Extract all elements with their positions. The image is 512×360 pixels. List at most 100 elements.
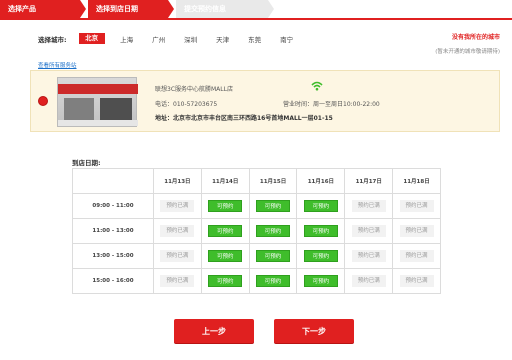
schedule-cell: 预约已满 [344, 193, 394, 219]
schedule-cell: 可预约 [296, 243, 346, 269]
available-slot-button[interactable]: 可预约 [256, 275, 291, 287]
full-slot-label: 预约已满 [399, 200, 434, 212]
step-3: 提交预约信息 [176, 0, 268, 18]
city-selector: 选择城市: 北京 上海 广州 深圳 天津 东莞 南宁 [38, 33, 303, 44]
date-header: 11月13日 [153, 168, 202, 194]
available-slot-button[interactable]: 可预约 [256, 250, 291, 262]
available-slot-button[interactable]: 可预约 [208, 250, 243, 262]
store-card[interactable]: 联想3C服务中心航勝MALL店 电话：010-57203675 营业时间：周一至… [30, 70, 500, 132]
visit-date-label: 到店日期: [72, 159, 101, 167]
city-option-beijing[interactable]: 北京 [78, 33, 105, 44]
available-slot-button[interactable]: 可预约 [208, 225, 243, 237]
schedule-row: 09:00 - 11:00 预约已满 可预约 可预约 可预约 预约已满 预约已满 [72, 193, 441, 219]
view-all-stores-link[interactable]: 查看所有服务站 [38, 61, 77, 69]
full-slot-label: 预约已满 [399, 275, 434, 287]
full-slot-label: 预约已满 [351, 250, 386, 262]
date-header: 11月14日 [200, 168, 250, 194]
schedule-cell: 预约已满 [153, 218, 202, 244]
full-slot-label: 预约已满 [160, 275, 195, 287]
next-step-button[interactable]: 下一步 [274, 319, 354, 343]
available-slot-button[interactable]: 可预约 [256, 225, 291, 237]
available-slot-button[interactable]: 可预约 [303, 200, 338, 212]
step-2: 选择到店日期 [88, 0, 168, 18]
full-slot-label: 预约已满 [351, 225, 386, 237]
date-header: 11月17日 [344, 168, 394, 194]
schedule-cell: 预约已满 [344, 243, 394, 269]
schedule-cell: 可预约 [296, 268, 346, 294]
schedule-row: 15:00 - 16:00 预约已满 可预约 可预约 可预约 预约已满 预约已满 [72, 268, 441, 294]
no-city-link[interactable]: 没有我所在的城市 [435, 32, 500, 41]
schedule-cell: 可预约 [200, 193, 250, 219]
step-progress-bar: 选择产品 选择到店日期 提交预约信息 [0, 0, 512, 20]
full-slot-label: 预约已满 [399, 250, 434, 262]
city-option-nanning[interactable]: 南宁 [271, 34, 303, 44]
schedule-cell: 预约已满 [392, 268, 441, 294]
city-option-tianjin[interactable]: 天津 [207, 34, 239, 44]
schedule-cell: 预约已满 [344, 268, 394, 294]
time-slot-label: 13:00 - 15:00 [72, 243, 154, 269]
date-header: 11月15日 [248, 168, 298, 194]
schedule-cell: 预约已满 [153, 268, 202, 294]
time-slot-label: 15:00 - 16:00 [72, 268, 154, 294]
available-slot-button[interactable]: 可预约 [256, 200, 291, 212]
step-1-label: 选择产品 [8, 5, 36, 13]
available-slot-button[interactable]: 可预约 [303, 275, 338, 287]
no-city-note: (暂未开通的城市敬请期待) [435, 49, 500, 55]
schedule-cell: 可预约 [200, 268, 250, 294]
schedule-cell: 可预约 [200, 243, 250, 269]
step-underline [0, 18, 512, 20]
date-header: 11月18日 [392, 168, 441, 194]
full-slot-label: 预约已满 [399, 225, 434, 237]
schedule-row: 13:00 - 15:00 预约已满 可预约 可预约 可预约 预约已满 预约已满 [72, 243, 441, 269]
full-slot-label: 预约已满 [351, 200, 386, 212]
schedule-cell: 预约已满 [153, 243, 202, 269]
available-slot-button[interactable]: 可预约 [303, 250, 338, 262]
full-slot-label: 预约已满 [160, 200, 195, 212]
schedule-cell: 预约已满 [392, 243, 441, 269]
available-slot-button[interactable]: 可预约 [208, 200, 243, 212]
step-arrow [268, 0, 274, 18]
time-slot-label: 09:00 - 11:00 [72, 193, 154, 219]
step-2-label: 选择到店日期 [96, 5, 138, 13]
schedule-header-row: 11月13日 11月14日 11月15日 11月16日 11月17日 11月18… [72, 168, 441, 194]
schedule-cell: 可预约 [200, 218, 250, 244]
schedule-cell: 可预约 [248, 243, 298, 269]
available-slot-button[interactable]: 可预约 [303, 225, 338, 237]
schedule-cell: 可预约 [248, 218, 298, 244]
schedule-row: 11:00 - 13:00 预约已满 可预约 可预约 可预约 预约已满 预约已满 [72, 218, 441, 244]
prev-step-button[interactable]: 上一步 [174, 319, 254, 343]
city-option-shanghai[interactable]: 上海 [111, 34, 143, 44]
schedule-cell: 预约已满 [153, 193, 202, 219]
step-3-label: 提交预约信息 [184, 5, 226, 13]
full-slot-label: 预约已满 [351, 275, 386, 287]
city-hint: 没有我所在的城市 (暂未开通的城市敬请期待) [435, 32, 500, 55]
schedule-cell: 可预约 [296, 218, 346, 244]
full-slot-label: 预约已满 [160, 225, 195, 237]
schedule-cell: 预约已满 [344, 218, 394, 244]
schedule-cell: 可预约 [248, 193, 298, 219]
schedule-cell: 可预约 [248, 268, 298, 294]
step-1: 选择产品 [0, 0, 80, 18]
step-arrow [168, 0, 174, 18]
city-label: 选择城市: [38, 35, 67, 44]
store-radio-button[interactable] [38, 96, 48, 106]
schedule-corner [72, 168, 154, 194]
wifi-icon [311, 81, 323, 91]
schedule-cell: 预约已满 [392, 218, 441, 244]
available-slot-button[interactable]: 可预约 [208, 275, 243, 287]
store-photo [57, 77, 138, 127]
store-hours: 营业时间：周一至周日10:00-22:00 [283, 101, 380, 108]
store-address: 地址：北京市北京市丰台区南三环西路16号首地MALL一层01-15 [155, 115, 333, 122]
store-phone: 电话：010-57203675 [155, 101, 218, 108]
city-option-guangzhou[interactable]: 广州 [143, 34, 175, 44]
full-slot-label: 预约已满 [160, 250, 195, 262]
time-slot-label: 11:00 - 13:00 [72, 218, 154, 244]
schedule-table: 11月13日 11月14日 11月15日 11月16日 11月17日 11月18… [72, 168, 441, 294]
date-header: 11月16日 [296, 168, 346, 194]
schedule-cell: 可预约 [296, 193, 346, 219]
step-arrow [80, 0, 86, 18]
city-option-dongguan[interactable]: 东莞 [239, 34, 271, 44]
schedule-cell: 预约已满 [392, 193, 441, 219]
store-name: 联想3C服务中心航勝MALL店 [155, 86, 233, 93]
city-option-shenzhen[interactable]: 深圳 [175, 34, 207, 44]
